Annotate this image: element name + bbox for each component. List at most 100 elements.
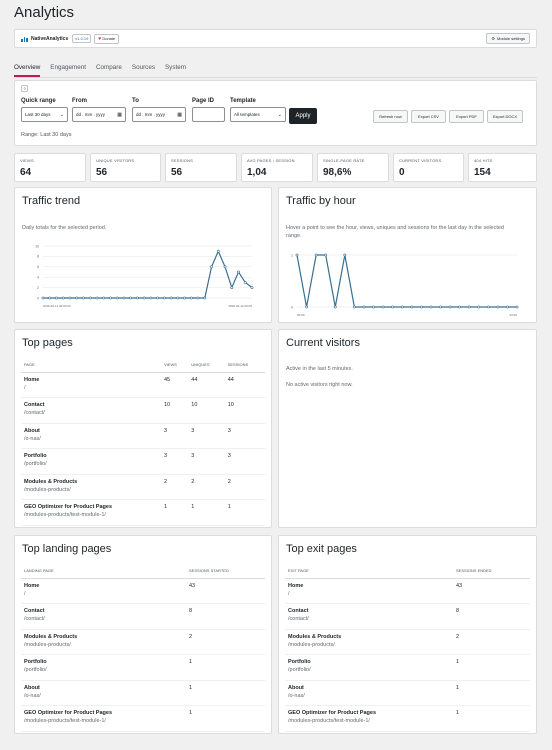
data-point[interactable] <box>333 305 337 309</box>
data-point[interactable] <box>515 305 519 309</box>
data-point[interactable] <box>109 296 112 300</box>
from-date-input[interactable]: dd . mm . yyyy ▦ <box>72 107 126 122</box>
page-title-link[interactable]: About <box>24 685 183 691</box>
page-title-link[interactable]: GEO Optimizer for Product Pages <box>288 710 450 716</box>
page-title-link[interactable]: Contact <box>24 608 183 614</box>
page-title-link[interactable]: Home <box>288 583 450 589</box>
data-point[interactable] <box>506 305 509 309</box>
data-point[interactable] <box>230 286 234 290</box>
kpi-value: 64 <box>20 167 32 178</box>
data-point[interactable] <box>189 296 193 300</box>
data-point[interactable] <box>439 305 442 309</box>
tab-engagement[interactable]: Engagement <box>50 64 86 77</box>
traffic-hour-chart[interactable]: 0 1 00:00 23:00 <box>283 246 533 318</box>
range-text: Range: Last 30 days <box>21 132 72 138</box>
data-point[interactable] <box>102 296 106 300</box>
page-title-link[interactable]: Modules & Products <box>24 634 183 640</box>
data-point[interactable] <box>75 296 79 300</box>
traffic-trend-chart[interactable]: 0 2 4 6 8 10 2026-02-11 00:00:00 2026-02-12 00:… <box>19 238 269 318</box>
export-pdf-button[interactable]: Export PDF <box>449 110 484 123</box>
data-point[interactable] <box>467 305 471 309</box>
x-tick-label: 00:00 <box>297 313 305 317</box>
data-point[interactable] <box>419 305 423 309</box>
data-point[interactable] <box>400 305 404 309</box>
data-point[interactable] <box>156 296 160 300</box>
page-title-link[interactable]: Portfolio <box>288 659 450 665</box>
data-point[interactable] <box>410 305 414 309</box>
data-point[interactable] <box>391 305 395 309</box>
data-point[interactable] <box>196 296 200 300</box>
data-point[interactable] <box>223 265 227 269</box>
tab-sources[interactable]: Sources <box>132 64 155 77</box>
data-point[interactable] <box>169 296 173 300</box>
data-point[interactable] <box>448 305 452 309</box>
data-point[interactable] <box>324 253 328 257</box>
data-point[interactable] <box>486 305 490 309</box>
data-point[interactable] <box>372 305 375 309</box>
page-title-link[interactable]: Portfolio <box>24 659 183 665</box>
data-point[interactable] <box>250 286 254 290</box>
page-title-link[interactable]: Contact <box>288 608 450 614</box>
data-point[interactable] <box>243 281 247 284</box>
module-settings-button[interactable]: ⚙ Module settings <box>486 33 530 44</box>
donate-button[interactable]: ♥ Donate <box>94 33 120 44</box>
tab-overview[interactable]: Overview <box>14 64 41 77</box>
page-title-link[interactable]: Home <box>24 583 183 589</box>
page-title-link[interactable]: Contact <box>24 402 158 408</box>
data-point[interactable] <box>61 296 65 300</box>
page-title-link[interactable]: GEO Optimizer for Product Pages <box>24 504 158 510</box>
data-point[interactable] <box>305 305 308 309</box>
data-point[interactable] <box>429 305 433 309</box>
data-point[interactable] <box>162 296 166 300</box>
data-point[interactable] <box>362 305 366 309</box>
data-point[interactable] <box>343 253 347 257</box>
data-point[interactable] <box>216 249 220 253</box>
template-select[interactable]: All templates ⌄ <box>230 107 286 122</box>
data-point[interactable] <box>115 296 119 300</box>
data-point[interactable] <box>129 296 133 300</box>
export-csv-button[interactable]: Export CSV <box>411 110 446 123</box>
tab-compare[interactable]: Compare <box>96 64 122 77</box>
data-point[interactable] <box>295 253 299 257</box>
cell-uniques: 44 <box>188 372 225 398</box>
refresh-now-button[interactable]: Refresh now <box>373 110 408 123</box>
export-docx-button[interactable]: Export DOCX <box>487 110 523 123</box>
page-title-link[interactable]: About <box>288 685 450 691</box>
tab-system[interactable]: System <box>165 64 186 77</box>
data-point[interactable] <box>203 296 207 300</box>
data-point[interactable] <box>352 305 356 309</box>
data-point[interactable] <box>381 305 385 309</box>
help-button[interactable]: ? <box>21 85 28 92</box>
data-point[interactable] <box>496 305 500 309</box>
data-point[interactable] <box>55 296 58 300</box>
data-point[interactable] <box>477 305 481 309</box>
data-point[interactable] <box>135 296 139 300</box>
data-point[interactable] <box>82 296 85 300</box>
data-point[interactable] <box>122 296 126 300</box>
page-title-link[interactable]: Portfolio <box>24 453 158 459</box>
apply-button[interactable]: Apply <box>289 108 317 124</box>
data-point[interactable] <box>41 296 45 300</box>
data-point[interactable] <box>88 296 92 300</box>
data-point[interactable] <box>314 253 318 257</box>
data-point[interactable] <box>68 296 72 300</box>
page-title-link[interactable]: Modules & Products <box>24 479 158 485</box>
data-point[interactable] <box>48 296 52 300</box>
page-title-link[interactable]: GEO Optimizer for Product Pages <box>24 710 183 716</box>
page-title-link[interactable]: About <box>24 428 158 434</box>
data-point[interactable] <box>183 296 186 300</box>
data-point[interactable] <box>176 296 180 300</box>
page-title-link[interactable]: Home <box>24 377 158 383</box>
kpi-card-404-hits: 404 hits 154 <box>468 153 537 182</box>
calendar-icon: ▦ <box>117 111 122 118</box>
data-point[interactable] <box>95 296 99 300</box>
page-id-input[interactable] <box>192 107 225 122</box>
data-point[interactable] <box>210 265 213 269</box>
data-point[interactable] <box>458 305 462 309</box>
to-date-input[interactable]: dd . mm . yyyy ▦ <box>132 107 186 122</box>
data-point[interactable] <box>237 270 240 274</box>
quick-range-select[interactable]: Last 30 days ⌄ <box>21 107 68 122</box>
data-point[interactable] <box>149 296 153 300</box>
data-point[interactable] <box>142 296 146 300</box>
page-title-link[interactable]: Modules & Products <box>288 634 450 640</box>
